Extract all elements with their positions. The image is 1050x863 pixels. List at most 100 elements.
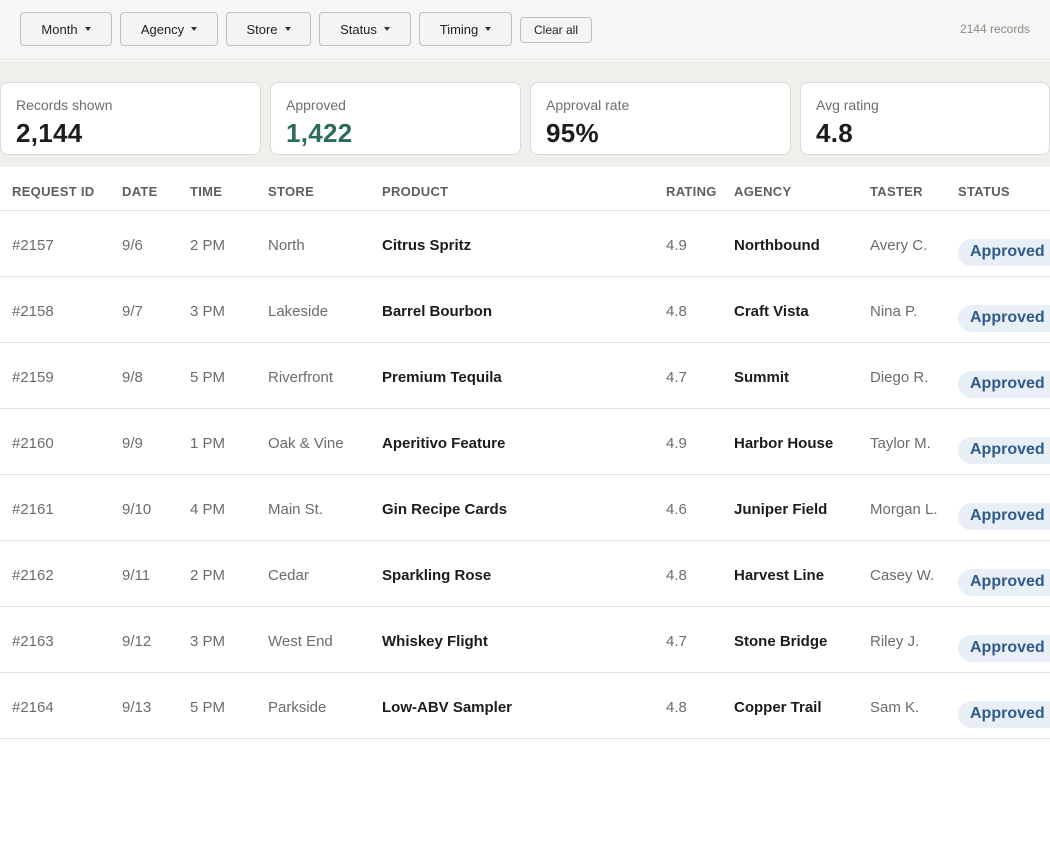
filter-bar: Month Agency Store Status Timing Clear a… — [0, 0, 1050, 60]
table-header: REQUEST ID DATE TIME STORE PRODUCT RATIN… — [0, 168, 1050, 211]
agency-cell: Craft Vista — [734, 303, 809, 320]
taster-cell: Morgan L. — [870, 501, 938, 518]
column-header-rating[interactable]: RATING — [666, 184, 717, 199]
table-body: #2157 9/6 2 PM North Citrus Spritz 4.9 Northbo… — [0, 211, 1050, 739]
status-badge: Approved — [958, 371, 1050, 398]
request-id-cell: #2163 — [12, 633, 54, 650]
rating-cell: 4.9 — [666, 237, 687, 254]
time-cell: 4 PM — [190, 501, 226, 518]
stat-value: 4.8 — [816, 118, 854, 148]
agency-cell: Northbound — [734, 237, 820, 254]
rating-cell: 4.7 — [666, 369, 687, 386]
rating-cell: 4.8 — [666, 567, 687, 584]
filter-agency[interactable]: Agency — [120, 12, 218, 46]
product-cell: Aperitivo Feature — [382, 435, 506, 452]
table-row[interactable]: #2163 9/12 3 PM West End Whiskey Flight 4.7 St… — [0, 607, 1050, 673]
filter-timing[interactable]: Timing — [419, 12, 512, 46]
request-id-cell: #2164 — [12, 699, 54, 716]
chevron-down-icon — [485, 27, 492, 31]
status-badge: Approved — [958, 503, 1050, 530]
taster-cell: Casey W. — [870, 567, 935, 584]
stat-label: Approved — [286, 97, 346, 113]
filter-month[interactable]: Month — [20, 12, 112, 46]
date-cell: 9/8 — [122, 369, 143, 386]
stats-band: Records shown 2,144 Approved 1,422 Appro… — [0, 61, 1050, 167]
column-header-time[interactable]: TIME — [190, 184, 222, 199]
taster-cell: Nina P. — [870, 303, 918, 320]
table-row[interactable]: #2161 9/10 4 PM Main St. Gin Recipe Cards 4.6… — [0, 475, 1050, 541]
store-cell: West End — [268, 633, 333, 650]
store-cell: Riverfront — [268, 369, 334, 386]
store-cell: Main St. — [268, 501, 324, 518]
filter-store-label: Store — [246, 21, 278, 37]
taster-cell: Sam K. — [870, 699, 920, 716]
column-header-status[interactable]: STATUS — [958, 184, 1010, 199]
date-cell: 9/13 — [122, 699, 152, 716]
time-cell: 5 PM — [190, 699, 226, 716]
record-count: 2144 records — [959, 22, 1030, 36]
filter-month-label: Month — [41, 21, 78, 37]
taster-cell: Diego R. — [870, 369, 929, 386]
request-id-cell: #2157 — [12, 237, 54, 254]
filter-store[interactable]: Store — [226, 12, 311, 46]
table-row[interactable]: #2157 9/6 2 PM North Citrus Spritz 4.9 Northbo… — [0, 211, 1050, 277]
time-cell: 1 PM — [190, 435, 226, 452]
status-badge: Approved — [958, 701, 1050, 728]
rating-cell: 4.7 — [666, 633, 687, 650]
date-cell: 9/12 — [122, 633, 152, 650]
product-cell: Sparkling Rose — [382, 567, 492, 584]
chevron-down-icon — [284, 27, 291, 31]
filter-status[interactable]: Status — [319, 12, 411, 46]
column-header-taster[interactable]: TASTER — [870, 184, 923, 199]
table-row[interactable]: #2159 9/8 5 PM Riverfront Premium Tequila 4.7… — [0, 343, 1050, 409]
request-id-cell: #2158 — [12, 303, 54, 320]
stat-card-avg-rating: Avg rating 4.8 — [800, 82, 1050, 155]
filter-timing-label: Timing — [439, 21, 479, 37]
rating-cell: 4.8 — [666, 699, 687, 716]
status-badge: Approved — [958, 239, 1050, 266]
column-header-date[interactable]: DATE — [122, 184, 158, 199]
time-cell: 5 PM — [190, 369, 226, 386]
column-header-store[interactable]: STORE — [268, 184, 314, 199]
date-cell: 9/7 — [122, 303, 143, 320]
table-row[interactable]: #2158 9/7 3 PM Lakeside Barrel Bourbon 4.8 Cra… — [0, 277, 1050, 343]
chevron-down-icon — [383, 27, 390, 31]
rating-cell: 4.9 — [666, 435, 687, 452]
chevron-down-icon — [84, 27, 91, 31]
filter-agency-label: Agency — [140, 21, 185, 37]
taster-cell: Taylor M. — [870, 435, 931, 452]
agency-cell: Harbor House — [734, 435, 834, 452]
agency-cell: Copper Trail — [734, 699, 822, 716]
clear-all-button[interactable]: Clear all — [520, 17, 592, 43]
chevron-down-icon — [191, 27, 198, 31]
date-cell: 9/10 — [122, 501, 152, 518]
column-header-agency[interactable]: AGENCY — [734, 184, 791, 199]
time-cell: 3 PM — [190, 303, 226, 320]
stat-card-approval-rate: Approval rate 95% — [530, 82, 791, 155]
column-header-product[interactable]: PRODUCT — [382, 184, 448, 199]
date-cell: 9/6 — [122, 237, 143, 254]
store-cell: Lakeside — [268, 303, 329, 320]
status-badge: Approved — [958, 635, 1050, 662]
stat-label: Approval rate — [546, 97, 630, 113]
stat-value: 2,144 — [16, 118, 83, 148]
stat-card-records: Records shown 2,144 — [0, 82, 261, 155]
stat-label: Avg rating — [816, 97, 879, 113]
column-header-request-id[interactable]: REQUEST ID — [12, 184, 94, 199]
request-id-cell: #2161 — [12, 501, 54, 518]
table-row[interactable]: #2160 9/9 1 PM Oak & Vine Aperitivo Feature 4… — [0, 409, 1050, 475]
product-cell: Barrel Bourbon — [382, 303, 493, 320]
store-cell: Parkside — [268, 699, 327, 716]
request-id-cell: #2159 — [12, 369, 54, 386]
product-cell: Whiskey Flight — [382, 633, 488, 650]
table-row[interactable]: #2164 9/13 5 PM Parkside Low-ABV Sampler 4.8 C… — [0, 673, 1050, 739]
agency-cell: Summit — [734, 369, 790, 386]
time-cell: 2 PM — [190, 567, 226, 584]
table-row[interactable]: #2162 9/11 2 PM Cedar Sparkling Rose 4.8 Harve… — [0, 541, 1050, 607]
request-id-cell: #2162 — [12, 567, 54, 584]
status-badge: Approved — [958, 437, 1050, 464]
product-cell: Premium Tequila — [382, 369, 502, 386]
date-cell: 9/11 — [122, 567, 151, 584]
request-id-cell: #2160 — [12, 435, 54, 452]
stat-card-approved: Approved 1,422 — [270, 82, 521, 155]
